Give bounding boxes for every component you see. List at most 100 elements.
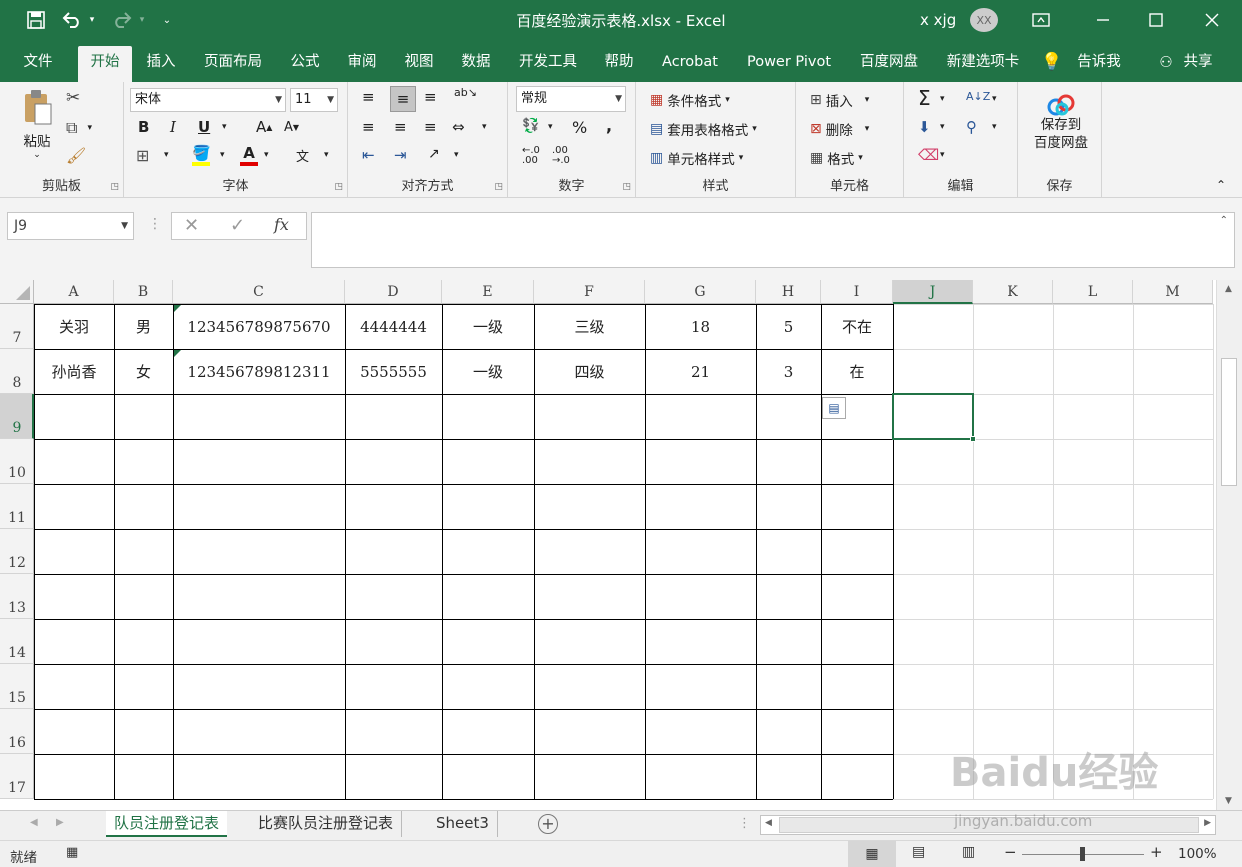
- clear-dropdown-icon[interactable]: ▾: [940, 150, 945, 160]
- align-bottom-icon[interactable]: ≡: [424, 88, 437, 106]
- align-middle-icon[interactable]: ≡: [390, 86, 416, 112]
- merge-center-icon[interactable]: ⇔: [452, 118, 465, 136]
- cell-f7[interactable]: 三级: [534, 304, 645, 349]
- cell-styles-button[interactable]: ▥ 单元格样式 ▾: [650, 148, 743, 168]
- borders-dropdown-icon[interactable]: ▾: [164, 150, 169, 160]
- increase-decimal-icon[interactable]: ←.0.00: [522, 146, 540, 166]
- sheet-tab-1[interactable]: 队员注册登记表: [106, 811, 228, 837]
- ribbon-display-options-icon[interactable]: [1028, 0, 1054, 40]
- avatar[interactable]: XX: [970, 8, 998, 32]
- alignment-launcher-icon[interactable]: ◳: [494, 182, 503, 192]
- share-button[interactable]: 共享: [1178, 46, 1218, 82]
- tab-insert[interactable]: 插入: [138, 46, 184, 82]
- zoom-level[interactable]: 100%: [1178, 846, 1217, 862]
- column-header-i[interactable]: I: [821, 280, 893, 304]
- tab-review[interactable]: 审阅: [340, 46, 384, 82]
- orientation-dropdown-icon[interactable]: ▾: [454, 150, 459, 160]
- row-header-10[interactable]: 10: [0, 439, 34, 484]
- column-header-a[interactable]: A: [34, 280, 114, 304]
- cell-h8[interactable]: 3: [756, 349, 821, 394]
- align-right-icon[interactable]: ≡: [424, 118, 437, 136]
- cell-e7[interactable]: 一级: [442, 304, 534, 349]
- sort-dropdown-icon[interactable]: ▾: [992, 94, 997, 104]
- accounting-icon[interactable]: 💱: [522, 118, 539, 134]
- person-icon[interactable]: ⚇: [1155, 46, 1177, 82]
- borders-icon[interactable]: ⊞: [136, 146, 149, 165]
- column-header-m[interactable]: M: [1133, 280, 1213, 304]
- tab-formulas[interactable]: 公式: [282, 46, 328, 82]
- row-header-17[interactable]: 17: [0, 754, 34, 799]
- page-layout-view-icon[interactable]: ▤: [912, 844, 925, 860]
- sheet-tab-2[interactable]: 比赛队员注册登记表: [250, 811, 403, 837]
- column-header-j[interactable]: J: [893, 280, 973, 304]
- expand-formula-icon[interactable]: ⌃: [1220, 215, 1228, 226]
- cell-g8[interactable]: 21: [645, 349, 756, 394]
- row-header-13[interactable]: 13: [0, 574, 34, 619]
- sheet-tab-3[interactable]: Sheet3: [428, 811, 498, 837]
- row-header-16[interactable]: 16: [0, 709, 34, 754]
- next-sheet-icon[interactable]: ▶: [56, 817, 64, 828]
- tab-page-layout[interactable]: 页面布局: [196, 46, 270, 82]
- cell-c8[interactable]: 123456789812311: [173, 349, 345, 394]
- fill-dropdown-icon[interactable]: ▾: [940, 122, 945, 132]
- zoom-thumb[interactable]: [1080, 847, 1085, 861]
- bold-button[interactable]: B: [138, 118, 149, 136]
- select-all-corner[interactable]: [0, 280, 34, 304]
- percent-button[interactable]: %: [572, 118, 587, 137]
- fill-color-dropdown-icon[interactable]: ▾: [220, 150, 225, 160]
- font-color-dropdown-icon[interactable]: ▾: [264, 150, 269, 160]
- tab-power-pivot[interactable]: Power Pivot: [738, 46, 840, 82]
- find-dropdown-icon[interactable]: ▾: [992, 122, 997, 132]
- tab-file[interactable]: 文件: [14, 46, 62, 82]
- column-header-l[interactable]: L: [1053, 280, 1133, 304]
- name-box[interactable]: J9 ▼: [7, 212, 134, 240]
- error-indicator-icon[interactable]: [174, 305, 181, 312]
- scroll-up-icon[interactable]: ▲: [1225, 284, 1232, 294]
- delete-cells-button[interactable]: ⊠ 删除 ▾: [810, 119, 869, 139]
- autosum-dropdown-icon[interactable]: ▾: [940, 94, 945, 104]
- scroll-left-icon[interactable]: ◀: [765, 818, 772, 828]
- font-color-icon[interactable]: A: [240, 144, 258, 166]
- zoom-out-icon[interactable]: −: [1004, 843, 1017, 861]
- cell-d8[interactable]: 5555555: [345, 349, 442, 394]
- accounting-dropdown-icon[interactable]: ▾: [548, 122, 553, 132]
- row-header-15[interactable]: 15: [0, 664, 34, 709]
- comma-button[interactable]: ,: [606, 116, 612, 135]
- clear-eraser-icon[interactable]: ⌫: [918, 146, 939, 164]
- format-painter-button[interactable]: 🖌: [66, 146, 86, 165]
- column-header-b[interactable]: B: [114, 280, 173, 304]
- insert-cells-button[interactable]: ⊞ 插入 ▾: [810, 90, 869, 110]
- number-format-select[interactable]: 常规 ▼: [516, 86, 626, 112]
- tab-new-tab[interactable]: 新建选项卡: [938, 46, 1028, 82]
- column-header-g[interactable]: G: [645, 280, 756, 304]
- tab-help[interactable]: 帮助: [597, 46, 641, 82]
- user-name[interactable]: x xjg: [920, 11, 956, 29]
- collapse-ribbon-icon[interactable]: ⌃: [1216, 178, 1226, 192]
- copy-button[interactable]: ⧉ ▾: [66, 118, 92, 138]
- cell-e8[interactable]: 一级: [442, 349, 534, 394]
- tab-view[interactable]: 视图: [396, 46, 442, 82]
- cut-button[interactable]: ✂: [66, 88, 80, 108]
- conditional-format-button[interactable]: ▦ 条件格式 ▾: [650, 90, 730, 110]
- underline-button[interactable]: U: [198, 118, 210, 136]
- align-top-icon[interactable]: ≡: [362, 88, 375, 106]
- cell-i8[interactable]: 在: [821, 349, 893, 394]
- tabs-splitter-icon[interactable]: ⋮: [738, 816, 751, 831]
- find-select-icon[interactable]: ⚲: [966, 118, 977, 136]
- align-center-icon[interactable]: ≡: [394, 118, 407, 136]
- decrease-decimal-icon[interactable]: .00 →.0: [552, 146, 570, 166]
- column-header-d[interactable]: D: [345, 280, 442, 304]
- format-cells-button[interactable]: ▦ 格式 ▾: [810, 148, 863, 168]
- row-header-12[interactable]: 12: [0, 529, 34, 574]
- cell-h7[interactable]: 5: [756, 304, 821, 349]
- phonetic-icon[interactable]: 文: [296, 146, 309, 165]
- font-launcher-icon[interactable]: ◳: [334, 182, 343, 192]
- align-left-icon[interactable]: ≡: [362, 118, 375, 136]
- add-sheet-icon[interactable]: +: [538, 814, 558, 834]
- increase-indent-icon[interactable]: ⇥: [394, 146, 407, 164]
- worksheet-grid[interactable]: A B C D E F G H I J K L M 7 关羽男 123456789875670 4444444 一…: [0, 280, 1242, 810]
- tab-baidu-netdisk[interactable]: 百度网盘: [852, 46, 926, 82]
- zoom-in-icon[interactable]: +: [1150, 843, 1163, 861]
- page-break-view-icon[interactable]: ▥: [962, 844, 975, 860]
- tab-home[interactable]: 开始: [78, 46, 132, 82]
